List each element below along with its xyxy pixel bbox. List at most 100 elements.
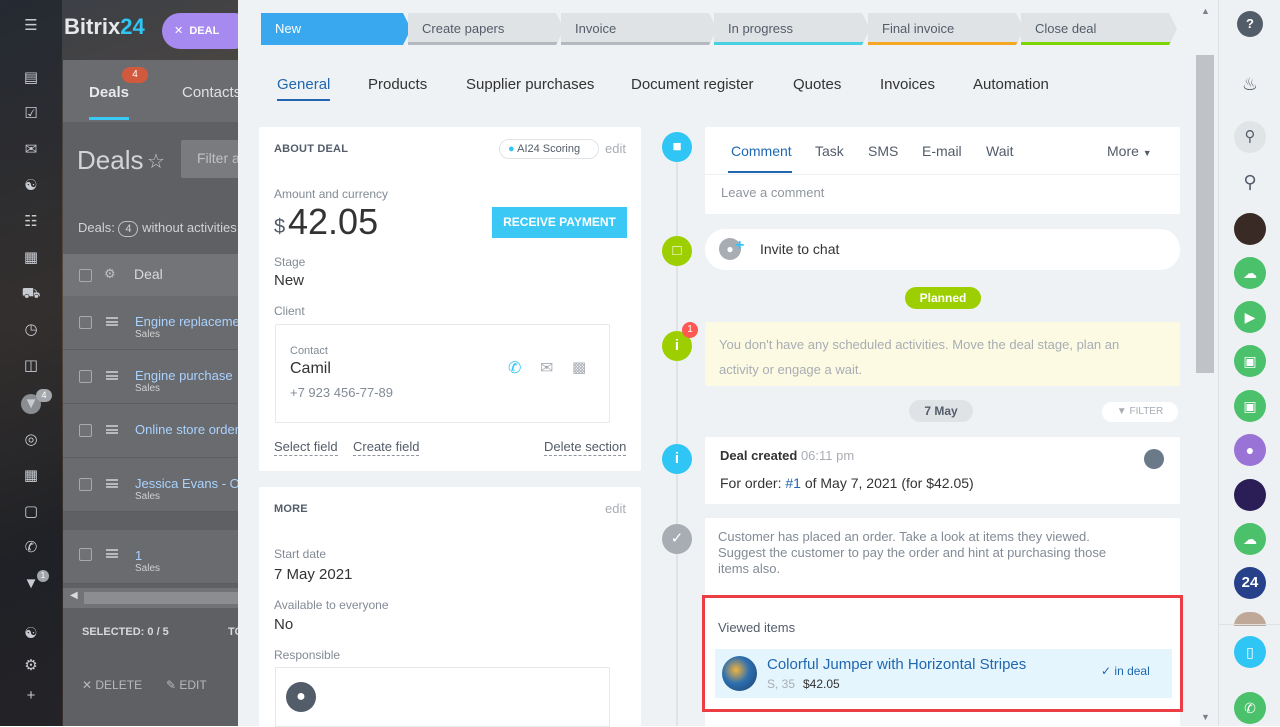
megaphone-icon[interactable]: ▶: [1234, 301, 1266, 333]
ai-scoring-button[interactable]: ● AI24 Scoring: [499, 139, 599, 159]
about-edit-link[interactable]: edit: [605, 141, 626, 156]
row-title[interactable]: Jessica Evans - Online: [135, 476, 238, 491]
row-checkbox[interactable]: [79, 316, 92, 329]
message-icon[interactable]: ▩: [572, 358, 586, 376]
row-menu-icon[interactable]: [106, 479, 118, 488]
viewed-item-row[interactable]: Colorful Jumper with Horizontal Stripes …: [715, 649, 1172, 698]
stage-value[interactable]: New: [274, 272, 304, 289]
chat-search-icon[interactable]: ⚲: [1234, 121, 1266, 153]
row-title[interactable]: Engine replacement: [135, 314, 238, 329]
video-call-icon[interactable]: ▣: [1234, 345, 1266, 377]
bell-icon[interactable]: ♨: [1234, 68, 1266, 100]
tab-invoices[interactable]: Invoices: [880, 76, 935, 93]
phone-icon[interactable]: ✆: [1234, 692, 1266, 724]
star-icon[interactable]: ☆: [147, 149, 165, 174]
tab-document-register[interactable]: Document register: [631, 76, 754, 93]
stage-close-deal[interactable]: Close deal: [1021, 13, 1177, 45]
delete-section-link[interactable]: Delete section: [544, 439, 627, 456]
feed-icon[interactable]: ▤: [21, 68, 41, 88]
order-link[interactable]: #1: [785, 475, 801, 491]
chat-icon[interactable]: ✉: [21, 140, 41, 160]
tab-supplier-purchases[interactable]: Supplier purchases: [466, 76, 594, 93]
contacts-icon[interactable]: ☷: [21, 212, 41, 232]
filter-input[interactable]: Filter a: [181, 140, 238, 178]
more-edit-link[interactable]: edit: [605, 501, 626, 516]
select-field-link[interactable]: Select field: [274, 439, 338, 456]
row-menu-icon[interactable]: [106, 371, 118, 380]
tab-quotes[interactable]: Quotes: [793, 76, 841, 93]
calendar-icon[interactable]: ▦: [21, 248, 41, 268]
user-icon[interactable]: ●: [1234, 434, 1266, 466]
stage-create-papers[interactable]: Create papers: [408, 13, 564, 45]
col-deal-header[interactable]: Deal: [134, 266, 163, 282]
video-call-icon[interactable]: ▣: [1234, 390, 1266, 422]
clock-icon[interactable]: ◷: [21, 320, 41, 340]
stage-new[interactable]: New: [261, 13, 411, 45]
receive-payment-button[interactable]: RECEIVE PAYMENT: [492, 207, 627, 238]
tab-products[interactable]: Products: [368, 76, 427, 93]
row-title[interactable]: Online store order: [135, 422, 238, 437]
contact-name[interactable]: Camil: [290, 360, 331, 378]
deals-tab[interactable]: Deals: [89, 84, 129, 101]
add-icon[interactable]: +: [21, 686, 41, 706]
cloud-icon[interactable]: ☁: [1234, 523, 1266, 555]
mobile-icon[interactable]: ▯: [1234, 636, 1266, 668]
help-button[interactable]: ?: [1237, 11, 1263, 37]
delete-button[interactable]: ✕ DELETE: [82, 678, 142, 692]
gear-icon[interactable]: ⚙: [104, 266, 116, 282]
edit-button[interactable]: ✎ EDIT: [166, 678, 207, 692]
composer-tab-task[interactable]: Task: [815, 143, 844, 159]
groups-icon[interactable]: ☯: [21, 176, 41, 196]
author-avatar[interactable]: [1144, 449, 1164, 469]
select-all-checkbox[interactable]: [79, 269, 92, 282]
product-name[interactable]: Colorful Jumper with Horizontal Stripes: [767, 656, 1026, 673]
row-checkbox[interactable]: [79, 548, 92, 561]
network-icon[interactable]: ☯: [21, 624, 41, 644]
avatar[interactable]: [1234, 479, 1266, 511]
scroll-up-icon[interactable]: ▲: [1201, 6, 1210, 16]
stage-in-progress[interactable]: In progress: [714, 13, 870, 45]
target-icon[interactable]: ◎: [21, 430, 41, 450]
avatar[interactable]: ●: [286, 682, 316, 712]
tab-general[interactable]: General: [277, 76, 331, 101]
tab-automation[interactable]: Automation: [973, 76, 1049, 93]
scroll-left-icon[interactable]: ◀: [70, 590, 78, 601]
start-date-value[interactable]: 7 May 2021: [274, 566, 352, 583]
row-checkbox[interactable]: [79, 424, 92, 437]
row-menu-icon[interactable]: [106, 425, 118, 434]
composer-tab-comment[interactable]: Comment: [731, 143, 792, 159]
composer-tab-sms[interactable]: SMS: [868, 143, 898, 159]
hamburger-icon[interactable]: ☰: [21, 16, 41, 36]
composer-tab-email[interactable]: E-mail: [922, 143, 962, 159]
filter-button[interactable]: ▼ FILTER: [1102, 402, 1178, 422]
call-icon[interactable]: ✆: [508, 358, 521, 378]
row-menu-icon[interactable]: [106, 549, 118, 558]
available-value[interactable]: No: [274, 616, 293, 633]
cart-icon[interactable]: ⛟: [21, 284, 41, 304]
stage-final-invoice[interactable]: Final invoice: [868, 13, 1024, 45]
document-icon[interactable]: ◫: [21, 356, 41, 376]
scroll-thumb[interactable]: [84, 592, 238, 604]
window-icon[interactable]: ▢: [21, 502, 41, 522]
composer-tab-wait[interactable]: Wait: [986, 143, 1013, 159]
row-title[interactable]: Engine purchase: [135, 368, 233, 383]
deal-chip[interactable]: ✕ DEAL: [162, 13, 238, 49]
contacts-tab[interactable]: Contacts: [182, 84, 238, 101]
avatar[interactable]: [1234, 213, 1266, 245]
bitrix24-icon[interactable]: 24: [1234, 567, 1266, 599]
tasks-icon[interactable]: ☑: [21, 104, 41, 124]
row-checkbox[interactable]: [79, 370, 92, 383]
row-title[interactable]: 1: [135, 548, 142, 563]
settings-icon[interactable]: ⚙: [21, 656, 41, 676]
email-icon[interactable]: ✉: [540, 358, 553, 378]
row-menu-icon[interactable]: [106, 317, 118, 326]
invite-chat-card[interactable]: ● + Invite to chat: [705, 229, 1180, 270]
composer-more-button[interactable]: More ▼: [1107, 143, 1152, 159]
contact-phone[interactable]: +7 923 456-77-89: [290, 385, 393, 400]
row-checkbox[interactable]: [79, 478, 92, 491]
comment-input[interactable]: Leave a comment: [721, 185, 824, 200]
create-field-link[interactable]: Create field: [353, 439, 420, 456]
apps-icon[interactable]: ▦: [21, 466, 41, 486]
scroll-down-icon[interactable]: ▼: [1201, 712, 1210, 722]
phone-icon[interactable]: ✆: [21, 538, 41, 558]
